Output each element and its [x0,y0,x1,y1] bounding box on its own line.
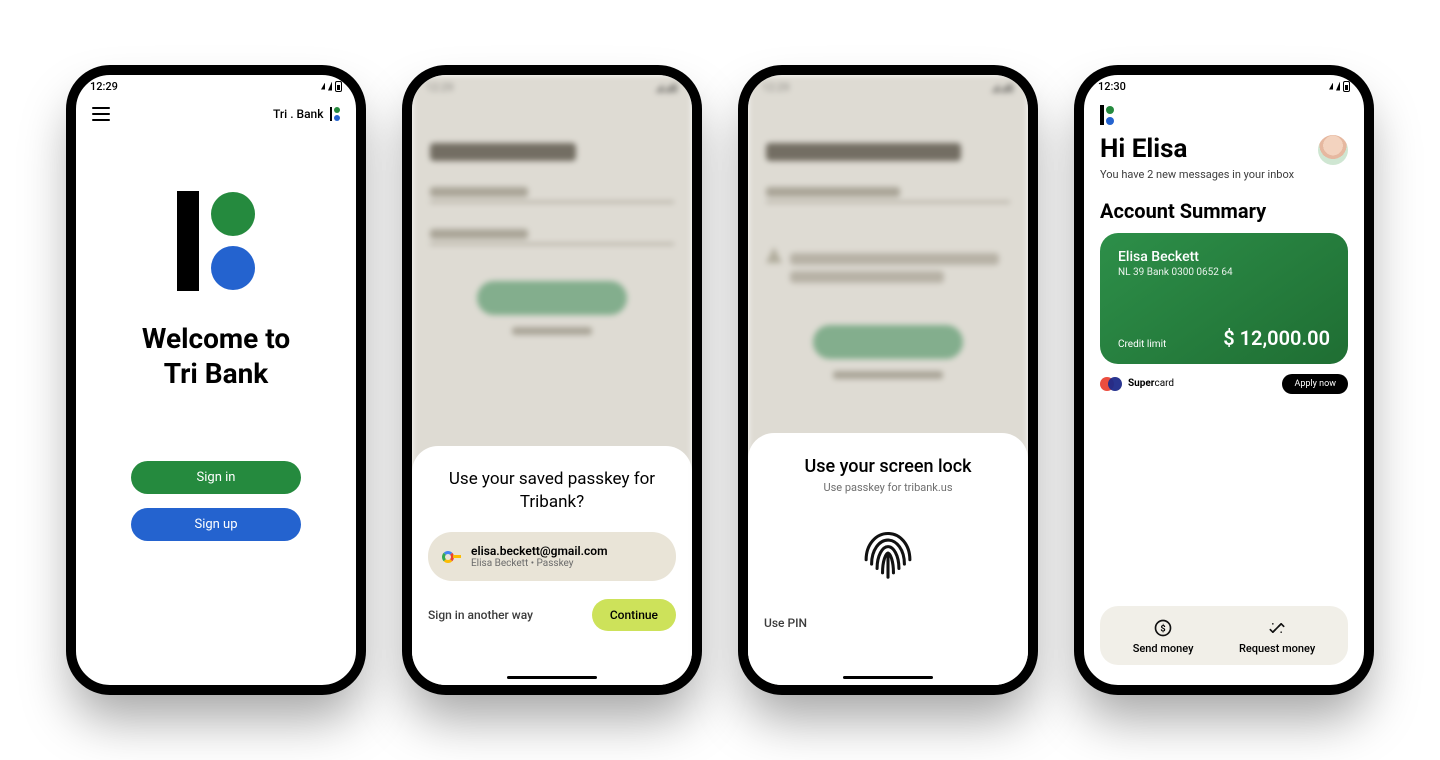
phone-welcome: 12:29 Tri . Bank [66,65,366,695]
status-icons [1329,81,1350,92]
passkey-provider-icon [442,551,461,563]
brand-label: Tri . Bank [273,107,340,121]
tribank-logo-icon [1100,105,1348,125]
passkey-account-item[interactable]: elisa.beckett@gmail.com Elisa Beckett • … [428,532,676,581]
send-money-button[interactable]: $ Send money [1133,618,1194,655]
sign-up-button[interactable]: Sign up [131,508,301,541]
account-card[interactable]: Elisa Beckett NL 39 Bank 0300 0652 64 Cr… [1100,233,1348,364]
status-time: 12:30 [1098,80,1126,93]
money-actions-bar: $ Send money Request money [1100,606,1348,665]
phone-screen-lock: 12:29◢◢▮ Use your screen lock Use pass [738,65,1038,695]
request-money-icon [1267,618,1287,638]
welcome-title: Welcome to Tri Bank [76,321,356,391]
account-number: NL 39 Bank 0300 0652 64 [1118,267,1330,278]
passkey-sheet-title: Use your saved passkey for Tribank? [428,468,676,514]
continue-button[interactable]: Continue [592,599,676,631]
tribank-logo-large-icon [177,191,255,291]
passkey-sheet: Use your saved passkey for Tribank? elis… [412,446,692,685]
credit-limit-amount: $ 12,000.00 [1223,326,1330,350]
screen-lock-subtitle: Use passkey for tribank.us [764,481,1012,494]
account-holder-name: Elisa Beckett [1118,249,1330,265]
status-icons [321,81,342,92]
phone-passkey-select: 12:29◢◢▮ Use your saved passkey for Trib… [402,65,702,695]
brand-name: Tri . Bank [273,107,323,121]
status-bar: 12:30 [1084,75,1364,97]
supercard-brand: Supercard [1100,377,1174,391]
supercard-label: Supercard [1128,378,1174,389]
avatar[interactable] [1318,135,1348,165]
use-pin-link[interactable]: Use PIN [764,616,807,630]
status-time: 12:29 [90,80,118,93]
inbox-message[interactable]: You have 2 new messages in your inbox [1100,168,1294,181]
status-bar: 12:29 [76,75,356,97]
menu-icon[interactable] [92,107,110,121]
tribank-logo-icon [330,107,341,121]
account-summary-title: Account Summary [1084,181,1364,233]
fingerprint-icon[interactable] [853,516,923,586]
screen-lock-sheet: Use your screen lock Use passkey for tri… [748,433,1028,685]
credit-limit-label: Credit limit [1118,339,1166,350]
passkey-subtitle: Elisa Beckett • Passkey [471,558,608,569]
passkey-email: elisa.beckett@gmail.com [471,544,608,558]
mastercard-icon [1100,377,1122,391]
screen-lock-title: Use your screen lock [764,455,1012,479]
sign-in-another-way-link[interactable]: Sign in another way [428,608,533,622]
request-money-button[interactable]: Request money [1239,618,1315,655]
svg-text:$: $ [1160,623,1165,634]
greeting: Hi Elisa [1100,135,1294,164]
sign-in-button[interactable]: Sign in [131,461,301,494]
home-indicator[interactable] [507,676,597,679]
home-indicator[interactable] [843,676,933,679]
send-money-icon: $ [1153,618,1173,638]
apply-now-button[interactable]: Apply now [1282,374,1348,394]
phone-account-summary: 12:30 Hi Elisa You have 2 new messages i… [1074,65,1374,695]
